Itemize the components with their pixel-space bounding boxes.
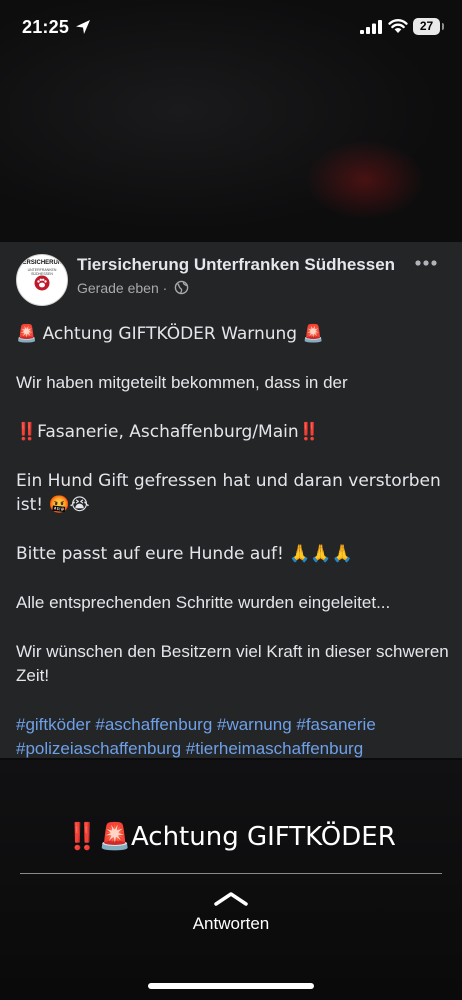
post-line-condolence: Wir wünschen den Besitzern viel Kraft in…: [16, 642, 449, 685]
divider: [20, 873, 442, 874]
post-line-intro: Wir haben mitgeteilt bekommen, dass in d…: [16, 373, 348, 392]
more-options-icon[interactable]: [414, 259, 438, 267]
battery-indicator: 27: [413, 18, 445, 35]
home-indicator[interactable]: [148, 983, 314, 989]
globe-icon: [174, 280, 189, 295]
location-arrow-icon: [76, 20, 90, 34]
page-avatar[interactable]: TIERSICHERUNG UNTERFRANKEN SÜDHESSEN: [16, 254, 68, 306]
post-line-location: ‼️Fasanerie, Aschaffenburg/Main‼️: [16, 422, 320, 442]
paw-logo-icon: [34, 275, 50, 291]
post-line-actions: Alle entsprechenden Schritte wurden eing…: [16, 593, 391, 612]
chevron-up-icon[interactable]: [213, 891, 249, 907]
story-background-bottom: [0, 760, 462, 1000]
status-time: 21:25: [22, 17, 70, 37]
wifi-icon: [388, 19, 408, 33]
story-headline: ‼️🚨Achtung GIFTKÖDER: [66, 822, 396, 852]
battery-level: 27: [413, 18, 440, 35]
post-timestamp: Gerade eben ·: [77, 280, 168, 296]
post-author-name[interactable]: Tiersicherung Unterfranken Südhessen: [77, 255, 395, 275]
post-hashtags[interactable]: #giftköder #aschaffenburg #warnung #fasa…: [16, 713, 451, 761]
post-body: 🚨 Achtung GIFTKÖDER Warnung 🚨 Wir haben …: [16, 322, 451, 761]
post-line-appeal: Bitte passt auf eure Hunde auf! 🙏🙏🙏: [16, 544, 353, 564]
status-bar: 21:25 27: [0, 0, 462, 56]
battery-cap: [442, 23, 444, 30]
cellular-signal-icon: [360, 20, 382, 34]
avatar-logo-title: TIERSICHERUNG: [17, 260, 67, 266]
post-line-incident: Ein Hund Gift gefressen hat und daran ve…: [16, 471, 441, 515]
shared-post-card[interactable]: TIERSICHERUNG UNTERFRANKEN SÜDHESSEN Tie…: [0, 242, 462, 758]
reply-button[interactable]: Antworten: [0, 914, 462, 934]
post-line-warning-title: 🚨 Achtung GIFTKÖDER Warnung 🚨: [16, 324, 324, 344]
